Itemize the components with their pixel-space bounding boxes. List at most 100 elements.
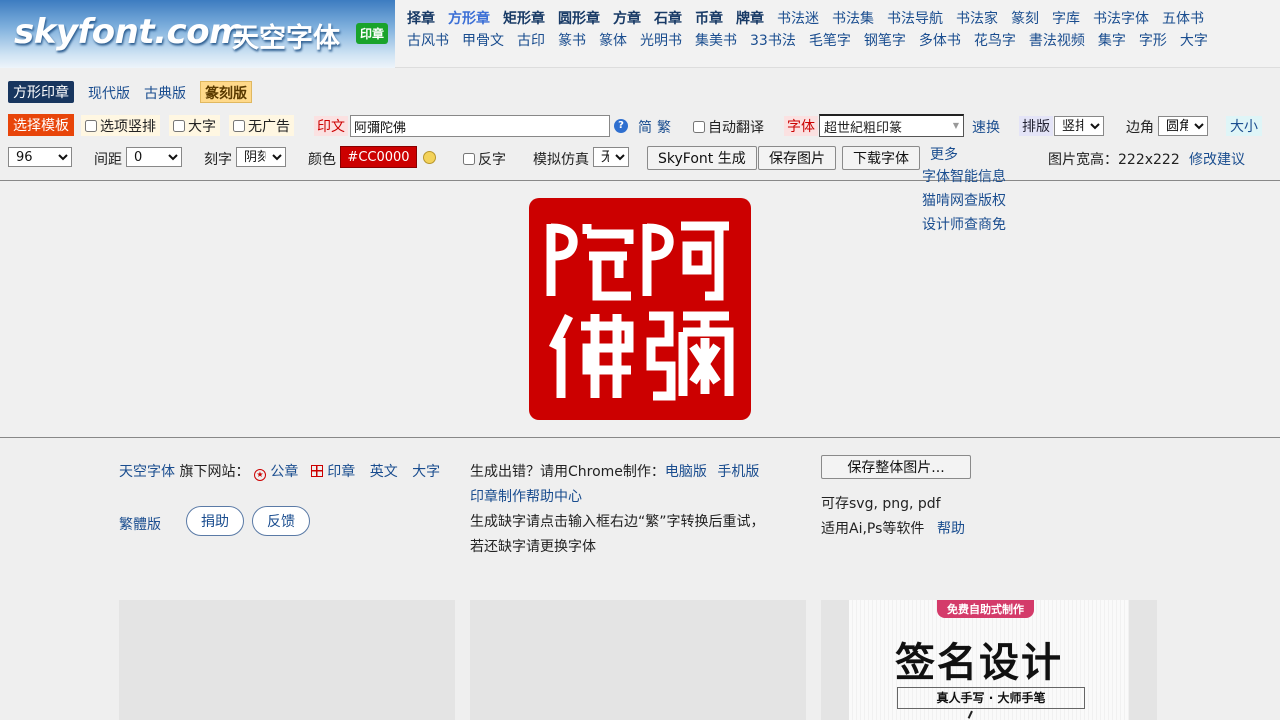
tab-classic[interactable]: 古典版 bbox=[144, 83, 186, 103]
tab-seal-edition[interactable]: 篆刻版 bbox=[200, 81, 252, 103]
seal-char-fo-body bbox=[581, 314, 634, 398]
nav-link[interactable]: 集美书 bbox=[695, 33, 737, 49]
ad-slot-1[interactable] bbox=[119, 600, 455, 720]
site-yinzhang-link[interactable]: 印章 bbox=[327, 464, 355, 480]
nav-link[interactable]: 石章 bbox=[654, 11, 682, 27]
tab-square-seal[interactable]: 方形印章 bbox=[8, 81, 74, 103]
size-label[interactable]: 大小 bbox=[1226, 116, 1262, 136]
nav-link[interactable]: 毛笔字 bbox=[809, 33, 851, 49]
option-vertical-checkbox[interactable]: 选项竖排 bbox=[81, 115, 160, 136]
nav-link[interactable]: 書法视频 bbox=[1029, 33, 1085, 49]
nav-link[interactable]: 方章 bbox=[613, 11, 641, 27]
nav-link[interactable]: 五体书 bbox=[1162, 11, 1204, 27]
seal-image[interactable] bbox=[529, 198, 751, 420]
nav-link[interactable]: 矩形章 bbox=[503, 11, 545, 27]
nav-link[interactable]: 甲骨文 bbox=[462, 33, 504, 49]
size-select[interactable]: 96 bbox=[8, 147, 72, 167]
tab-modern[interactable]: 现代版 bbox=[88, 83, 130, 103]
nav-link[interactable]: 书法家 bbox=[956, 11, 998, 27]
site-gongzhang-link[interactable]: 公章 bbox=[270, 464, 298, 480]
nav-link[interactable]: 篆刻 bbox=[1011, 11, 1039, 27]
nav-link[interactable]: 书法导航 bbox=[887, 11, 943, 27]
pc-version-link[interactable]: 电脑版 bbox=[665, 464, 707, 480]
option-vertical-check[interactable] bbox=[85, 119, 97, 132]
help-link[interactable]: 帮助 bbox=[937, 518, 965, 538]
suggest-link[interactable]: 修改建议 bbox=[1189, 149, 1245, 169]
site-logo[interactable]: skyfont.com 天空字体 印章 bbox=[0, 0, 395, 68]
ad-slot-3: 免费自助式制作 签名设计 真人手写 · 大师手笔 bbox=[821, 600, 1157, 720]
nav-link[interactable]: 择章 bbox=[407, 11, 435, 27]
nav-link[interactable]: 钢笔字 bbox=[864, 33, 906, 49]
ad-slot-2[interactable] bbox=[470, 600, 806, 720]
font-select[interactable]: 超世紀粗印篆 ▼ bbox=[819, 114, 964, 137]
nav-link[interactable]: 篆书 bbox=[558, 33, 586, 49]
save-image-button[interactable]: 保存图片 bbox=[758, 146, 836, 170]
color-picker-icon[interactable] bbox=[423, 151, 436, 164]
help-center-link[interactable]: 印章制作帮助中心 bbox=[470, 486, 582, 506]
traditional-version-link[interactable]: 繁體版 bbox=[119, 514, 161, 534]
simulate-label: 模拟仿真 bbox=[533, 152, 589, 168]
big-text-checkbox[interactable]: 大字 bbox=[169, 115, 220, 136]
nav-link[interactable]: 篆体 bbox=[599, 33, 627, 49]
nav-link[interactable]: 33书法 bbox=[750, 33, 796, 49]
seal-char-a-body bbox=[681, 221, 729, 301]
brand-link[interactable]: 天空字体 bbox=[119, 464, 175, 480]
auto-translate-checkbox[interactable]: 自动翻译 bbox=[693, 117, 764, 137]
nav-link[interactable]: 圆形章 bbox=[558, 11, 600, 27]
signature-ad[interactable]: 免费自助式制作 签名设计 真人手写 · 大师手笔 bbox=[849, 600, 1129, 720]
simulate-select[interactable]: 无 bbox=[593, 147, 629, 167]
nav-link[interactable]: 书法字体 bbox=[1093, 11, 1149, 27]
seal-text-input[interactable] bbox=[350, 115, 610, 137]
nav-link[interactable]: 花鸟字 bbox=[974, 33, 1016, 49]
logo-chinese: 天空字体 bbox=[232, 23, 340, 54]
generate-button[interactable]: SkyFont 生成 bbox=[647, 146, 757, 170]
traditional-link[interactable]: 繁 bbox=[657, 117, 671, 137]
save-all-button[interactable]: 保存整体图片... bbox=[821, 455, 971, 479]
spacing-label: 间距 bbox=[94, 152, 122, 168]
nav-link[interactable]: 牌章 bbox=[736, 11, 764, 27]
nav-link[interactable]: 多体书 bbox=[919, 33, 961, 49]
download-font-button[interactable]: 下载字体 bbox=[842, 146, 920, 170]
no-ads-checkbox[interactable]: 无广告 bbox=[229, 115, 294, 136]
nav-row-2: 古风书 甲骨文 古印 篆书 篆体 光明书 集美书 33书法 毛笔字 钢笔字 多体书 花鸟字 書法视频 集字… bbox=[407, 30, 1221, 50]
quick-switch-link[interactable]: 速换 bbox=[972, 117, 1000, 137]
site-english-link[interactable]: 英文 bbox=[370, 464, 398, 480]
mobile-version-link[interactable]: 手机版 bbox=[717, 464, 759, 480]
site-bigtext-link[interactable]: 大字 bbox=[412, 464, 440, 480]
nav-link[interactable]: 大字 bbox=[1180, 33, 1208, 49]
logo-badge: 印章 bbox=[356, 23, 389, 44]
copyright-check-link[interactable]: 猫啃网查版权 bbox=[922, 190, 1006, 210]
more-link[interactable]: 更多 bbox=[930, 144, 958, 164]
help-icon[interactable]: ? bbox=[614, 119, 628, 133]
nav-link[interactable]: 字形 bbox=[1139, 33, 1167, 49]
color-input[interactable]: #CC0000 bbox=[340, 146, 417, 168]
nav-link[interactable]: 币章 bbox=[695, 11, 723, 27]
carve-select[interactable]: 阴刻 bbox=[236, 147, 286, 167]
sub-sites-label: 旗下网站： bbox=[179, 464, 250, 480]
layout-select[interactable]: 竖排 bbox=[1054, 116, 1104, 136]
feedback-button[interactable]: 反馈 bbox=[252, 506, 310, 536]
donate-button[interactable]: 捐助 bbox=[186, 506, 244, 536]
nav-link[interactable]: 书法迷 bbox=[777, 11, 819, 27]
auto-translate-check[interactable] bbox=[693, 121, 705, 133]
spacing-select[interactable]: 0 bbox=[126, 147, 182, 167]
nav-link[interactable]: 书法集 bbox=[832, 11, 874, 27]
nav-link[interactable]: 方形章 bbox=[448, 11, 490, 27]
nav-link[interactable]: 集字 bbox=[1098, 33, 1126, 49]
designer-check-link[interactable]: 设计师查商免 bbox=[922, 214, 1006, 234]
big-text-check[interactable] bbox=[173, 119, 185, 132]
nav-link[interactable]: 古风书 bbox=[407, 33, 449, 49]
nav-link[interactable]: 古印 bbox=[517, 33, 545, 49]
reverse-check[interactable] bbox=[463, 153, 475, 165]
reverse-checkbox[interactable]: 反字 bbox=[463, 149, 506, 169]
nav-link[interactable]: 光明书 bbox=[640, 33, 682, 49]
choose-template-button[interactable]: 选择模板 bbox=[8, 114, 74, 136]
simplified-link[interactable]: 简 bbox=[638, 117, 652, 137]
font-info-link[interactable]: 字体智能信息 bbox=[922, 166, 1006, 186]
nav-link[interactable]: 字库 bbox=[1052, 11, 1080, 27]
corner-select[interactable]: 圆角 bbox=[1158, 116, 1208, 136]
software-text: 适用Ai,Ps等软件 bbox=[821, 521, 925, 537]
font-label: 字体 bbox=[784, 116, 818, 136]
layout-label: 排版 bbox=[1019, 116, 1053, 136]
no-ads-check[interactable] bbox=[233, 119, 245, 132]
